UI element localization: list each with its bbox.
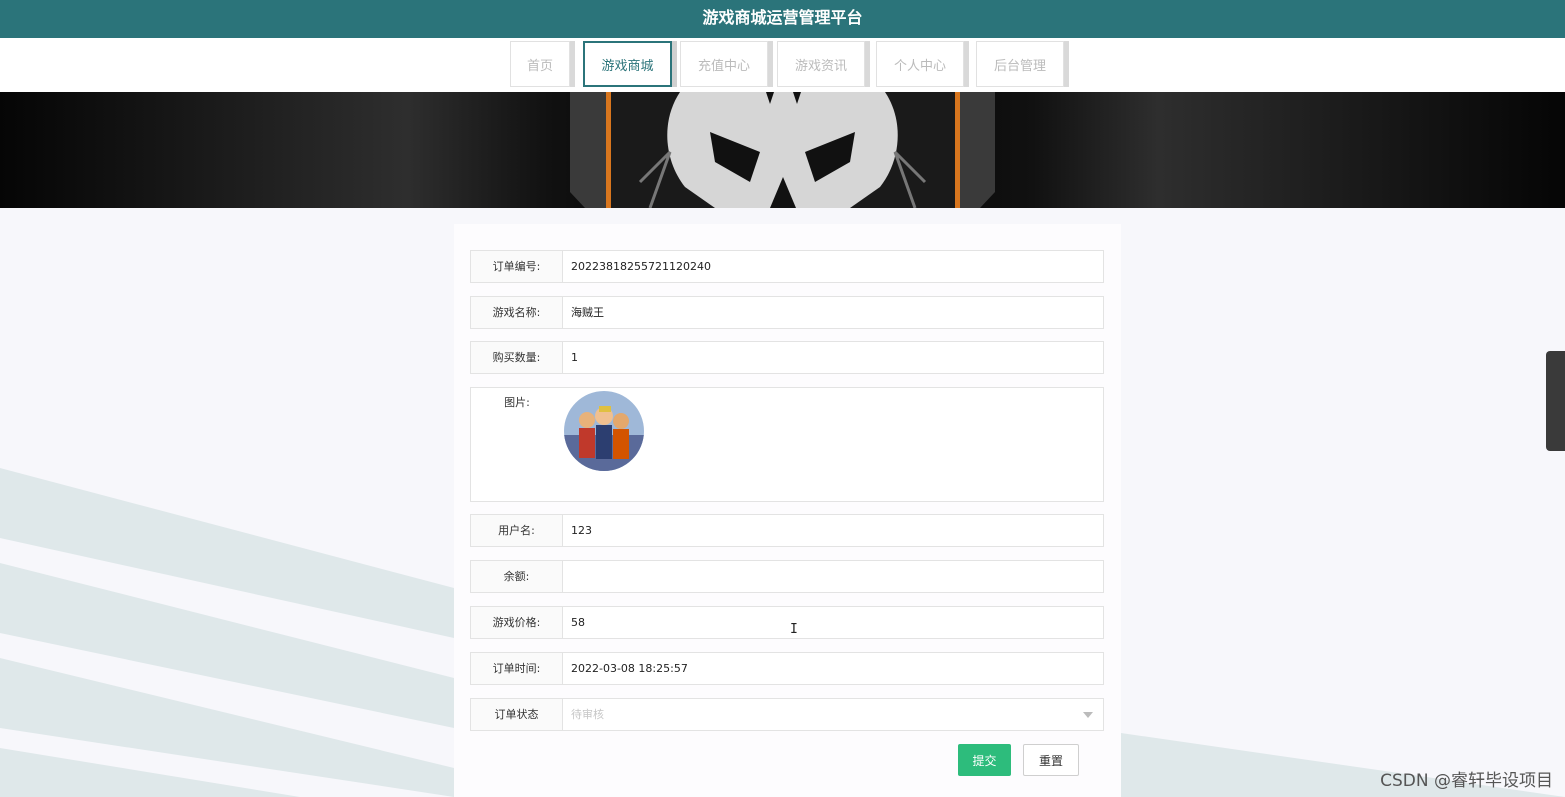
balance-row: 余额: xyxy=(470,560,1104,593)
submit-button[interactable]: 提交 xyxy=(958,744,1011,776)
balance-field[interactable] xyxy=(571,561,1095,592)
main-nav: 首页 游戏商城 充值中心 游戏资讯 个人中心 后台管理 xyxy=(0,38,1565,92)
tab-recharge-center[interactable]: 充值中心 xyxy=(680,41,768,87)
game-name-label: 游戏名称: xyxy=(471,297,563,328)
text-cursor-icon: I xyxy=(790,622,798,637)
username-label: 用户名: xyxy=(471,515,563,546)
order-status-select[interactable]: 待审核 xyxy=(571,699,1095,730)
game-thumbnail-image[interactable] xyxy=(563,390,645,472)
chevron-down-icon[interactable] xyxy=(1083,712,1093,718)
watermark: CSDN @睿轩毕设项目 xyxy=(1380,771,1553,791)
game-name-field[interactable]: 海贼王 xyxy=(571,297,1095,328)
quantity-row: 购买数量: 1 xyxy=(470,341,1104,374)
price-row: 游戏价格: 58 xyxy=(470,606,1104,639)
banner-image xyxy=(0,92,1565,208)
game-name-row: 游戏名称: 海贼王 xyxy=(470,296,1104,329)
order-status-row: 订单状态 待审核 xyxy=(470,698,1104,731)
tab-personal-center[interactable]: 个人中心 xyxy=(876,41,964,87)
price-label: 游戏价格: xyxy=(471,607,563,638)
order-number-row: 订单编号: 20223818255721120240 xyxy=(470,250,1104,283)
username-field[interactable]: 123 xyxy=(571,515,1095,546)
price-field[interactable]: 58 xyxy=(571,607,1095,638)
image-row: 图片: xyxy=(470,387,1104,502)
app-title: 游戏商城运营管理平台 xyxy=(0,0,1565,38)
tab-game-store[interactable]: 游戏商城 xyxy=(583,41,672,87)
tab-admin[interactable]: 后台管理 xyxy=(976,41,1064,87)
quantity-field[interactable]: 1 xyxy=(571,342,1095,373)
order-status-label: 订单状态 xyxy=(471,699,563,730)
tab-home[interactable]: 首页 xyxy=(510,41,570,87)
reset-button[interactable]: 重置 xyxy=(1023,744,1079,776)
order-time-row: 订单时间: 2022-03-08 18:25:57 xyxy=(470,652,1104,685)
order-time-label: 订单时间: xyxy=(471,653,563,684)
balance-label: 余额: xyxy=(471,561,563,592)
side-toolbar-handle[interactable] xyxy=(1546,351,1565,451)
skull-emblem xyxy=(570,92,995,208)
quantity-label: 购买数量: xyxy=(471,342,563,373)
image-label: 图片: xyxy=(471,388,563,501)
username-row: 用户名: 123 xyxy=(470,514,1104,547)
order-form: 订单编号: 20223818255721120240 游戏名称: 海贼王 购买数… xyxy=(454,224,1121,797)
order-number-label: 订单编号: xyxy=(471,251,563,282)
order-time-field[interactable]: 2022-03-08 18:25:57 xyxy=(571,653,1095,684)
tab-game-news[interactable]: 游戏资讯 xyxy=(777,41,865,87)
order-number-field[interactable]: 20223818255721120240 xyxy=(571,251,1095,282)
